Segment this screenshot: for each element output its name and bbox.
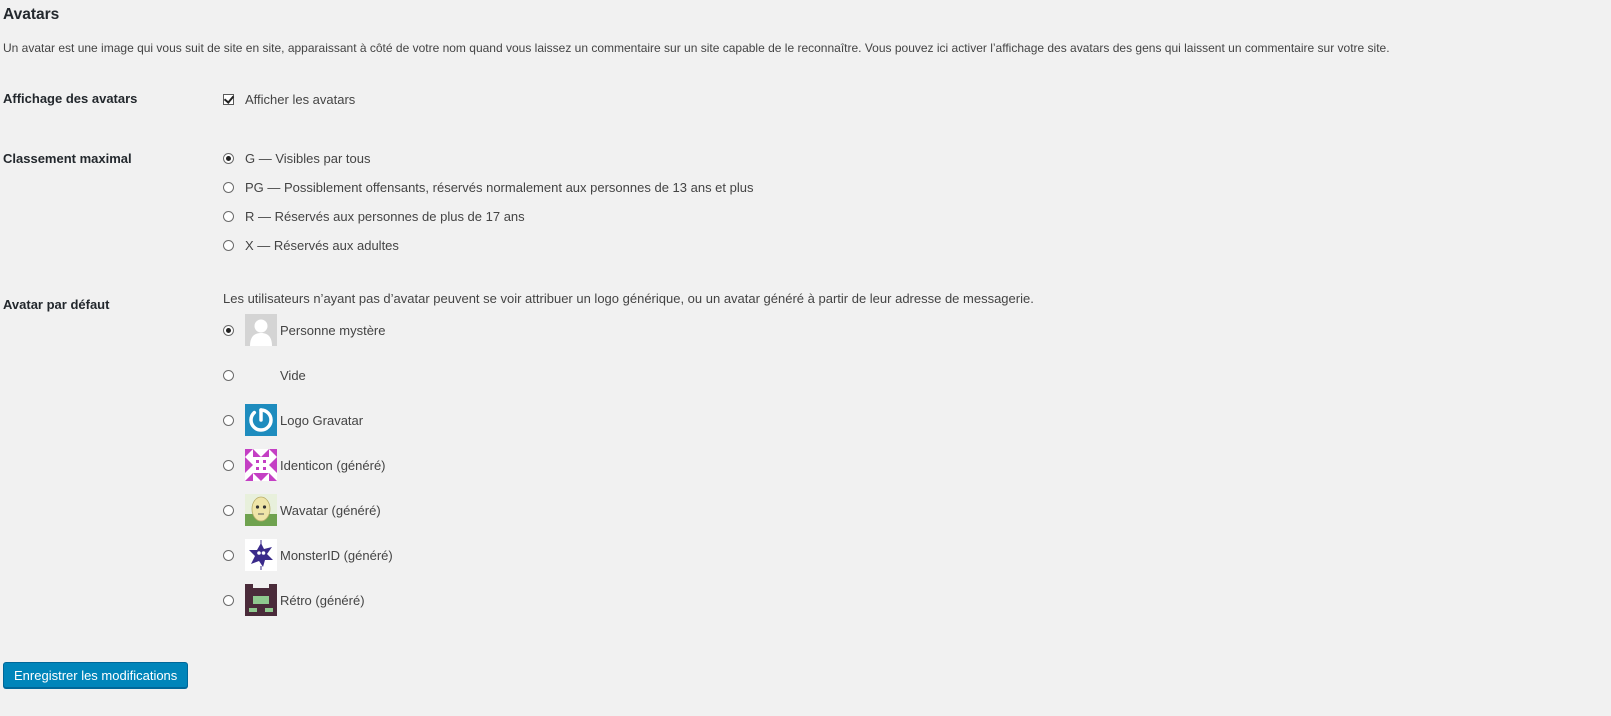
rating-field: G — Visibles par tous PG — Possiblement … [223,148,753,255]
rating-radio-g[interactable] [223,152,234,164]
avatar-radio-mystery[interactable] [223,324,234,336]
avatar-option-retro[interactable]: Rétro (généré) [223,584,365,616]
avatar-radio-gravatar[interactable] [223,414,234,426]
avatar-option-mystery[interactable]: Personne mystère [223,314,386,346]
avatar-option-identicon[interactable]: Identicon (généré) [223,449,386,481]
blank-avatar-icon [245,359,277,391]
identicon-icon [245,449,277,481]
rating-option-x[interactable]: X — Réservés aux adultes [223,235,753,255]
show-avatars-checkbox-label: Afficher les avatars [245,91,356,107]
rating-option-label: PG — Possiblement offensants, réservés n… [245,179,754,195]
show-avatars-checkbox-line[interactable]: Afficher les avatars [223,89,355,109]
section-description: Un avatar est une image qui vous suit de… [3,41,1390,55]
show-avatars-row-label: Affichage des avatars [3,91,138,106]
rating-row-label: Classement maximal [3,151,132,166]
avatar-radio-monsterid[interactable] [223,549,234,561]
avatar-radio-retro[interactable] [223,594,234,606]
wavatar-icon [245,494,277,526]
avatar-radio-blank[interactable] [223,369,234,381]
rating-option-label: R — Réservés aux personnes de plus de 17… [245,208,525,224]
avatar-option-label: Rétro (généré) [280,592,365,608]
avatar-option-monsterid[interactable]: MonsterID (généré) [223,539,393,571]
avatar-option-label: MonsterID (généré) [280,547,393,563]
gravatar-logo-icon [245,404,277,436]
avatar-option-label: Wavatar (généré) [280,502,381,518]
mystery-person-icon [245,314,277,346]
avatar-radio-wavatar[interactable] [223,504,234,516]
rating-option-label: X — Réservés aux adultes [245,237,399,253]
rating-radio-pg[interactable] [223,181,234,193]
show-avatars-field: Afficher les avatars [223,89,355,109]
rating-option-label: G — Visibles par tous [245,150,371,166]
section-title: Avatars [3,6,60,23]
save-changes-button[interactable]: Enregistrer les modifications [3,662,189,688]
avatar-radio-identicon[interactable] [223,459,234,471]
retro-icon [245,584,277,616]
avatar-option-label: Personne mystère [280,322,386,338]
show-avatars-checkbox[interactable] [223,92,235,105]
avatar-option-label: Logo Gravatar [280,412,364,428]
avatars-settings-page: Avatars Un avatar est une image qui vous… [0,0,1611,716]
rating-radio-r[interactable] [223,210,234,222]
checkmark-icon [223,92,235,104]
avatar-option-blank[interactable]: Vide [223,359,306,391]
rating-option-pg[interactable]: PG — Possiblement offensants, réservés n… [223,177,753,197]
avatar-option-label: Identicon (généré) [280,457,386,473]
rating-option-g[interactable]: G — Visibles par tous [223,148,753,168]
monsterid-icon [245,539,277,571]
avatar-option-label: Vide [280,367,306,383]
rating-radio-x[interactable] [223,239,234,251]
default-avatar-row-label: Avatar par défaut [3,297,110,312]
avatar-option-wavatar[interactable]: Wavatar (généré) [223,494,381,526]
avatar-option-gravatar[interactable]: Logo Gravatar [223,404,363,436]
default-avatar-help-text: Les utilisateurs n’ayant pas d’avatar pe… [223,291,1034,306]
rating-option-r[interactable]: R — Réservés aux personnes de plus de 17… [223,206,753,226]
